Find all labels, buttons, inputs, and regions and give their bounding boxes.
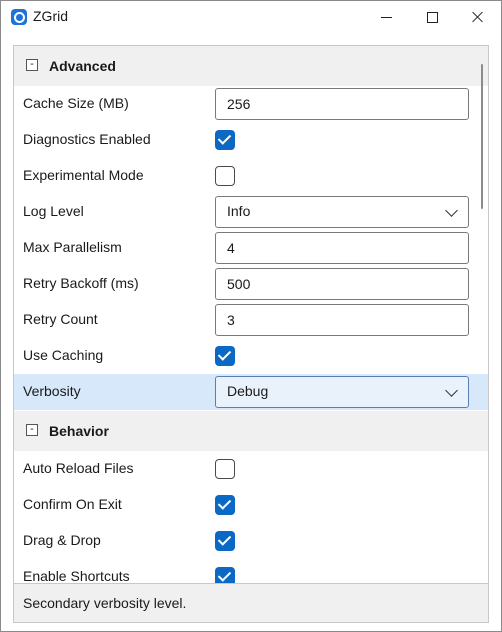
- chevron-down-icon[interactable]: [445, 204, 458, 217]
- drag-and-drop-checkbox[interactable]: [215, 531, 235, 551]
- experimental-mode-checkbox[interactable]: [215, 166, 235, 186]
- verbosity-dropdown[interactable]: Debug: [215, 376, 469, 408]
- app-window: ZGrid - Advanced Cache Size (MB) 256 Dia…: [0, 0, 502, 632]
- collapse-toggle-icon[interactable]: -: [26, 424, 38, 436]
- app-logo-icon: [11, 9, 27, 25]
- retry-count-input[interactable]: 3: [215, 304, 469, 336]
- vertical-scrollbar[interactable]: [476, 46, 488, 583]
- use-caching-checkbox[interactable]: [215, 346, 235, 366]
- property-row-log-level[interactable]: Log Level Info: [14, 194, 488, 230]
- category-behavior[interactable]: - Behavior: [14, 411, 488, 451]
- property-label: Use Caching: [23, 347, 104, 363]
- diagnostics-enabled-checkbox[interactable]: [215, 130, 235, 150]
- property-label: Cache Size (MB): [23, 95, 129, 111]
- title-bar[interactable]: ZGrid: [1, 1, 501, 33]
- property-row-drag-and-drop[interactable]: Drag & Drop: [14, 523, 488, 559]
- maximize-icon: [426, 11, 438, 23]
- property-row-diagnostics-enabled[interactable]: Diagnostics Enabled: [14, 122, 488, 158]
- property-label: Enable Shortcuts: [23, 568, 130, 583]
- property-label: Log Level: [23, 203, 84, 219]
- dropdown-value: Debug: [227, 383, 269, 399]
- confirm-on-exit-checkbox[interactable]: [215, 495, 235, 515]
- property-label: Retry Backoff (ms): [23, 275, 139, 291]
- category-label: Advanced: [49, 58, 116, 74]
- close-icon: [472, 11, 484, 23]
- retry-backoff-input[interactable]: 500: [215, 268, 469, 300]
- property-row-cache-size[interactable]: Cache Size (MB) 256: [14, 86, 488, 122]
- minimize-button[interactable]: [363, 1, 409, 33]
- property-label: Auto Reload Files: [23, 460, 134, 476]
- scrollbar-thumb[interactable]: [481, 64, 483, 209]
- property-row-use-caching[interactable]: Use Caching: [14, 338, 488, 374]
- property-row-confirm-on-exit[interactable]: Confirm On Exit: [14, 487, 488, 523]
- property-label: Drag & Drop: [23, 532, 101, 548]
- enable-shortcuts-checkbox[interactable]: [215, 567, 235, 583]
- chevron-down-icon[interactable]: [445, 384, 458, 397]
- cache-size-input[interactable]: 256: [215, 88, 469, 120]
- window-title: ZGrid: [33, 8, 68, 24]
- category-advanced[interactable]: - Advanced: [14, 46, 488, 86]
- description-text: Secondary verbosity level.: [23, 595, 187, 611]
- property-row-auto-reload-files[interactable]: Auto Reload Files: [14, 451, 488, 487]
- dropdown-value: Info: [227, 203, 251, 219]
- close-button[interactable]: [455, 1, 501, 33]
- minimize-icon: [380, 16, 392, 18]
- auto-reload-files-checkbox[interactable]: [215, 459, 235, 479]
- collapse-toggle-icon[interactable]: -: [26, 59, 38, 71]
- property-label: Experimental Mode: [23, 167, 144, 183]
- description-panel: Secondary verbosity level.: [13, 583, 489, 623]
- max-parallelism-input[interactable]: 4: [215, 232, 469, 264]
- category-label: Behavior: [49, 423, 109, 439]
- property-row-retry-backoff[interactable]: Retry Backoff (ms) 500: [14, 266, 488, 302]
- property-label: Max Parallelism: [23, 239, 122, 255]
- property-label: Diagnostics Enabled: [23, 131, 151, 147]
- property-label: Verbosity: [23, 383, 81, 399]
- property-row-verbosity[interactable]: Verbosity Debug: [14, 374, 488, 410]
- property-row-retry-count[interactable]: Retry Count 3: [14, 302, 488, 338]
- log-level-dropdown[interactable]: Info: [215, 196, 469, 228]
- property-grid[interactable]: - Advanced Cache Size (MB) 256 Diagnosti…: [13, 45, 489, 583]
- maximize-button[interactable]: [409, 1, 455, 33]
- property-label: Confirm On Exit: [23, 496, 122, 512]
- property-label: Retry Count: [23, 311, 98, 327]
- property-row-enable-shortcuts[interactable]: Enable Shortcuts: [14, 559, 488, 583]
- property-row-experimental-mode[interactable]: Experimental Mode: [14, 158, 488, 194]
- property-row-max-parallelism[interactable]: Max Parallelism 4: [14, 230, 488, 266]
